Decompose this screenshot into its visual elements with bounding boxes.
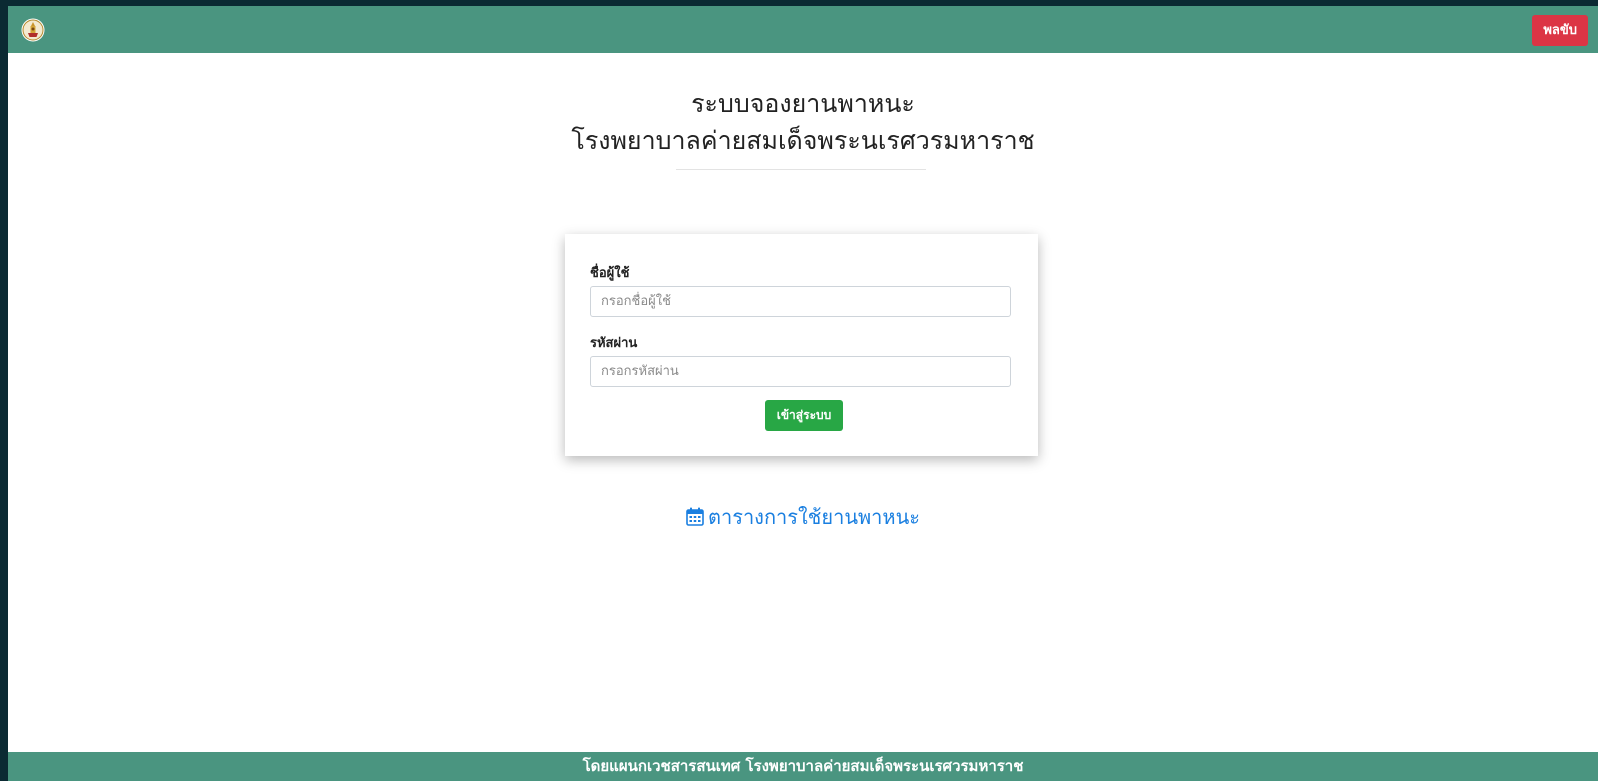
- login-card: ชื่อผู้ใช้ รหัสผ่าน เข้าสู่ระบบ: [565, 234, 1038, 456]
- username-label: ชื่อผู้ใช้: [590, 266, 630, 281]
- top-navbar: พลขับ: [8, 6, 1598, 53]
- title-line-hospital: โรงพยาบาลค่ายสมเด็จพระนเรศวรมหาราช: [571, 126, 1035, 155]
- driver-toggle-button[interactable]: พลขับ: [1532, 15, 1588, 46]
- title-divider: [676, 169, 926, 170]
- title-line-system: ระบบจองยานพาหนะ: [691, 89, 915, 118]
- app-frame: พลขับ ระบบจองยานพาหนะ โรงพยาบาลค่ายสมเด็…: [8, 6, 1598, 781]
- page-title: ระบบจองยานพาหนะ โรงพยาบาลค่ายสมเด็จพระนเ…: [8, 86, 1598, 160]
- username-input[interactable]: [590, 286, 1011, 317]
- royal-emblem-icon[interactable]: [21, 18, 45, 42]
- vehicle-schedule-label: ตารางการใช้ยานพาหนะ: [707, 505, 920, 529]
- password-input[interactable]: [590, 356, 1011, 387]
- footer-text: โดยแผนกเวชสารสนเทศ โรงพยาบาลค่ายสมเด็จพร…: [582, 757, 1024, 775]
- vehicle-schedule-link[interactable]: ตารางการใช้ยานพาหนะ: [8, 503, 1598, 533]
- login-button[interactable]: เข้าสู่ระบบ: [765, 400, 843, 431]
- footer: โดยแผนกเวชสารสนเทศ โรงพยาบาลค่ายสมเด็จพร…: [8, 752, 1598, 781]
- calendar-icon: [686, 505, 704, 533]
- password-label: รหัสผ่าน: [590, 336, 638, 351]
